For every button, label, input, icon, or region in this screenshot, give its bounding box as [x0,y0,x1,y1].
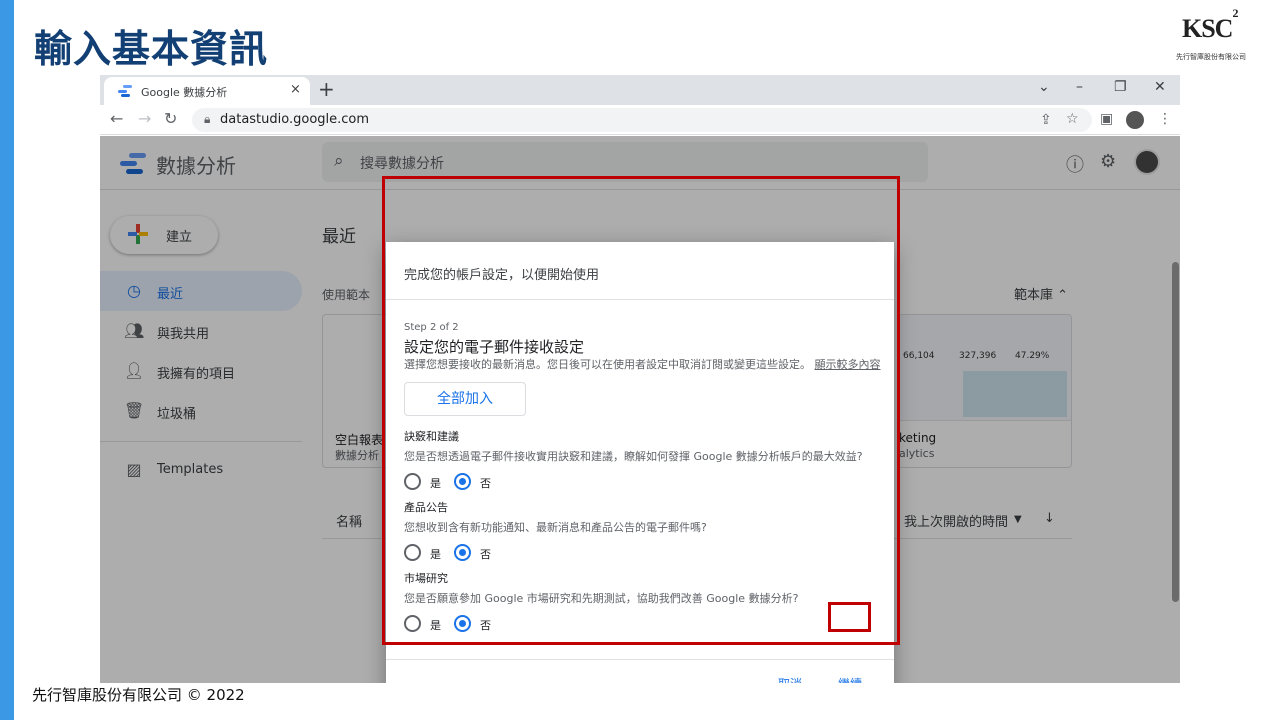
cancel-button[interactable]: 取消 [778,675,802,683]
restore-icon[interactable]: ❐ [1114,79,1127,95]
forward-icon[interactable]: → [138,109,151,128]
share-icon[interactable]: ⇪ [1040,112,1052,128]
tab-datastudio[interactable]: Google 數據分析 × [104,77,310,105]
slide-title: 輸入基本資訊 [34,27,269,71]
tab-title: Google 數據分析 [141,86,228,99]
lock-icon: 🔒︎ [204,112,211,126]
copyright-footer: 先行智庫股份有限公司 © 2022 [32,686,245,704]
logo-company-name: 先行智庫股份有限公司 [1176,53,1246,61]
address-bar[interactable]: 🔒︎ datastudio.google.com ⇪ ☆ [192,108,1092,132]
logo-mark: KSC2 [1182,6,1238,43]
close-window-icon[interactable]: ✕ [1154,79,1166,95]
dialog-footer-divider [386,659,894,660]
reload-icon[interactable]: ↻ [164,109,177,128]
menu-icon[interactable]: ⋮ [1158,111,1172,127]
star-icon[interactable]: ☆ [1066,111,1079,127]
company-logo: KSC2 先行智庫股份有限公司 [1176,6,1258,66]
url-text: datastudio.google.com [220,112,370,127]
browser-toolbar: ← → ↻ 🔒︎ datastudio.google.com ⇪ ☆ ▣ ⋮ [100,105,1180,135]
tab-search-icon[interactable]: ⌄ [1038,79,1050,95]
tab-strip: Google 數據分析 × + ⌄ – ❐ ✕ [100,75,1180,105]
datastudio-favicon-icon [118,85,132,97]
slide: 輸入基本資訊 KSC2 先行智庫股份有限公司 Google 數據分析 × + ⌄… [0,0,1280,720]
dialog-highlight-frame [382,176,900,645]
accent-bar [0,0,14,720]
tab-close-icon[interactable]: × [290,82,301,97]
new-tab-button[interactable]: + [318,77,335,101]
sidepanel-icon[interactable]: ▣ [1100,111,1113,127]
profile-icon[interactable] [1126,111,1144,129]
continue-highlight-frame [828,602,871,632]
back-icon[interactable]: ← [110,109,123,128]
continue-button[interactable]: 繼續 [838,675,862,683]
minimize-icon[interactable]: – [1076,79,1083,95]
